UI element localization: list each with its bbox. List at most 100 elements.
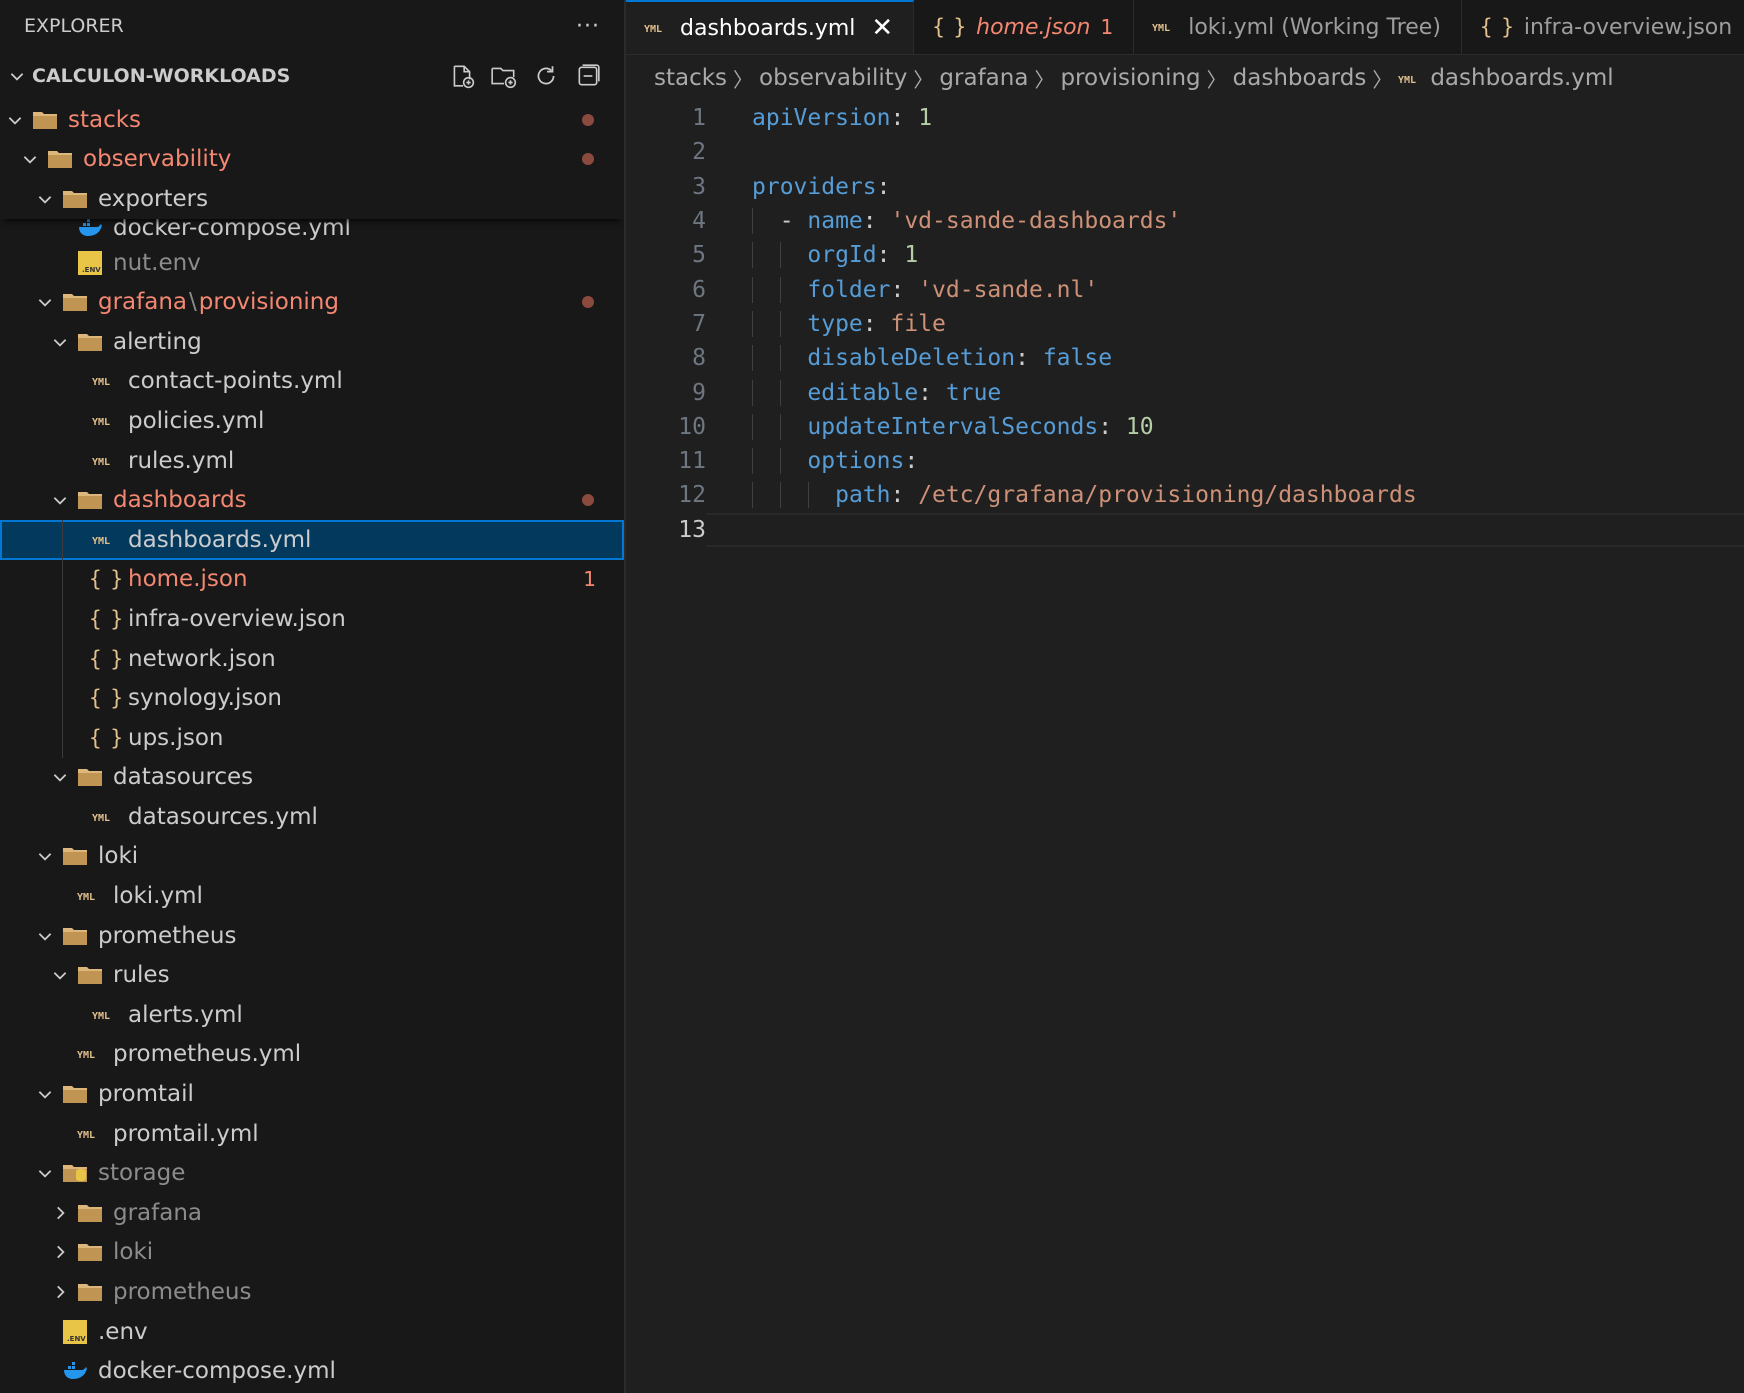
tab-infra-overview-json[interactable]: { } infra-overview.json [1461,0,1744,54]
problem-count-badge: 1 [1100,15,1114,39]
code-line[interactable]: 6 folder: 'vd-sande.nl' [626,272,1744,306]
tree-file[interactable]: { } ups.json [0,717,624,758]
new-file-icon[interactable] [446,60,478,92]
more-actions-icon[interactable]: ··· [576,14,600,39]
code-token: 10 [1125,413,1154,440]
chevron-down-icon[interactable] [47,962,73,988]
tree-folder[interactable]: stacks [0,100,624,140]
tree-file[interactable]: { } infra-overview.json [0,599,624,639]
tree-folder[interactable]: promtail [0,1074,624,1114]
chevron-down-icon[interactable] [32,1081,58,1107]
chevron-down-icon[interactable] [32,1160,58,1186]
tree-folder[interactable]: grafana [0,1193,624,1233]
tree-file[interactable]: YML prometheus.yml [0,1035,624,1075]
breadcrumb-item[interactable]: observability [759,65,907,91]
code-token: - [752,208,808,235]
collapse-all-icon[interactable] [572,60,604,92]
tree-file[interactable]: YML datasources.yml [0,797,624,837]
json-icon: { } [1479,15,1514,39]
indent-guide [780,448,781,475]
close-icon[interactable]: ✕ [871,13,893,43]
code-line[interactable]: 2 [626,135,1744,169]
code-token: 'vd-sande.nl' [918,276,1099,303]
tree-file[interactable]: .ENV .env [0,1312,624,1352]
svg-text:YML: YML [92,1011,110,1022]
tree-file[interactable]: docker-compose.yml [0,1351,624,1391]
tree-file[interactable]: { } home.json 1 [0,559,624,600]
code-line[interactable]: 13 [626,512,1744,547]
tree-folder[interactable]: grafana\provisioning [0,282,624,322]
tree-folder[interactable]: prometheus [0,916,624,956]
code-line[interactable]: 9 editable: true [626,375,1744,409]
chevron-down-icon[interactable] [47,329,73,355]
code-line[interactable]: 3 providers: [626,170,1744,204]
chevron-down-icon[interactable] [4,63,30,89]
breadcrumb-item[interactable]: dashboards.yml [1430,65,1613,91]
tree-folder[interactable]: datasources [0,758,624,798]
new-folder-icon[interactable] [488,60,520,92]
code-line[interactable]: 5 orgId: 1 [626,238,1744,272]
tree-folder[interactable]: storage [0,1153,624,1193]
chevron-right-icon[interactable] [47,1239,73,1265]
tree-file[interactable]: { } synology.json [0,678,624,718]
breadcrumb-item[interactable]: stacks [654,65,727,91]
tab-loki-yml[interactable]: YML loki.yml (Working Tree) [1134,0,1462,54]
code-line[interactable]: 12 path: /etc/grafana/provisioning/dashb… [626,478,1744,512]
chevron-down-icon[interactable] [17,146,43,172]
code-line[interactable]: 8 disableDeletion: false [626,341,1744,375]
line-number: 8 [692,345,706,372]
tree-file[interactable]: YML loki.yml [0,876,624,916]
code-line[interactable]: 11 options: [626,444,1744,478]
svg-text:YML: YML [92,536,110,547]
tree-folder[interactable]: observability [0,140,624,180]
tab-home-json[interactable]: { } home.json 1 [914,0,1135,54]
chevron-right-icon[interactable] [47,1200,73,1226]
chevron-down-icon[interactable] [32,843,58,869]
folder-icon [62,1081,88,1107]
tree-file[interactable]: YML contact-points.yml [0,362,624,402]
svg-text:YML: YML [77,892,95,903]
tree-folder[interactable]: alerting [0,322,624,362]
tree-file[interactable]: YML rules.yml [0,441,624,481]
chevron-down-icon[interactable] [32,186,58,212]
tree-file[interactable]: YML alerts.yml [0,995,624,1035]
tree-file[interactable]: YML policies.yml [0,401,624,441]
line-number: 3 [692,173,706,200]
breadcrumb-item[interactable]: provisioning [1060,65,1200,91]
breadcrumb-item[interactable]: grafana [939,65,1028,91]
chevron-down-icon[interactable] [47,764,73,790]
modified-indicator [582,494,594,507]
chevron-down-icon[interactable] [47,487,73,513]
breadcrumb-item[interactable]: dashboards [1233,65,1367,91]
tab-dashboards-yml[interactable]: YML dashboards.yml ✕ [626,0,915,54]
tree-folder[interactable]: loki [0,1233,624,1273]
code-token: : [876,242,905,269]
code-text: path: /etc/grafana/provisioning/dashboar… [706,482,1417,509]
workspace-header[interactable]: CALCULON-WORKLOADS [0,52,624,100]
json-icon: { } [932,15,966,39]
tree-file[interactable]: { } network.json [0,638,624,679]
tree-folder[interactable]: loki [0,837,624,877]
chevron-down-icon[interactable] [32,923,58,949]
tree-file[interactable]: YML dashboards.yml [0,519,624,560]
code-line[interactable]: 7 type: file [626,307,1744,341]
chevron-down-icon[interactable] [2,107,28,133]
chevron-right-icon[interactable] [47,1279,73,1305]
code-editor[interactable]: 1 apiVersion: 1 2 3 providers: 4 - name: 'vd-… [626,101,1744,547]
chevron-down-icon[interactable] [32,289,58,315]
indent-guide [752,379,753,406]
problem-count-badge: 1 [583,567,596,592]
tree-folder[interactable]: prometheus [0,1272,624,1312]
refresh-icon[interactable] [530,60,562,92]
tree-folder[interactable]: rules [0,955,624,995]
yaml-icon: YML [92,368,118,394]
code-line[interactable]: 4 - name: 'vd-sande-dashboards' [626,204,1744,238]
tree-item-label: prometheus.yml [113,1041,302,1068]
tree-folder[interactable]: dashboards [0,480,624,520]
code-line[interactable]: 1 apiVersion: 1 [626,101,1744,135]
tree-file[interactable]: .ENV nut.env [0,243,624,283]
code-line[interactable]: 10 updateIntervalSeconds: 10 [626,410,1744,444]
code-token: updateIntervalSeconds [807,413,1099,440]
tree-folder[interactable]: exporters [0,179,624,219]
tree-file[interactable]: YML promtail.yml [0,1114,624,1154]
